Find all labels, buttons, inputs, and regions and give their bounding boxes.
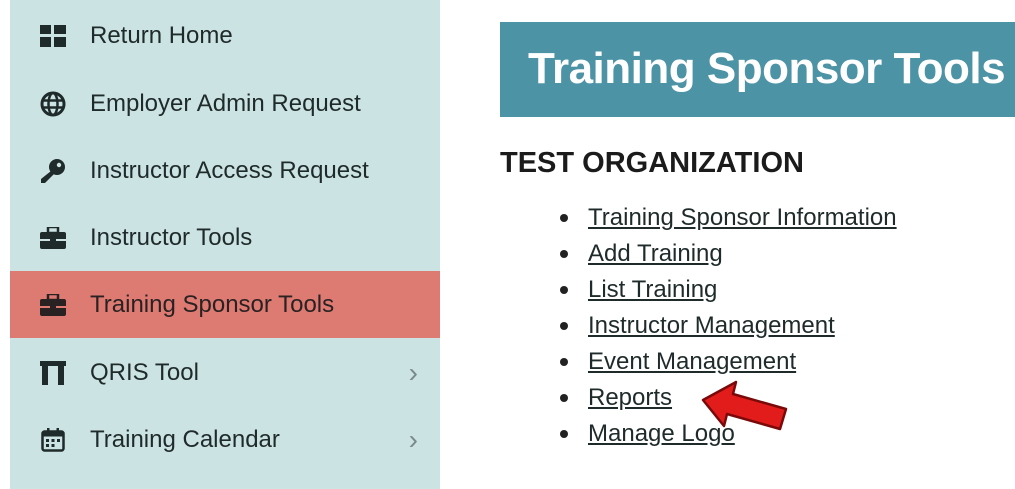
sidebar-item-label: Employer Admin Request: [90, 89, 361, 117]
globe-icon: [36, 87, 70, 121]
chevron-right-icon[interactable]: ›: [409, 357, 418, 389]
page-title: Training Sponsor Tools: [528, 44, 1006, 93]
bullet-icon: [560, 322, 568, 330]
sidebar-item-label: Training Sponsor Tools: [90, 290, 335, 318]
link-training-sponsor-information[interactable]: Training Sponsor Information: [588, 202, 897, 234]
sidebar-item-instructor-access-request[interactable]: Instructor Access Request: [10, 137, 440, 204]
sidebar-item-return-home[interactable]: Return Home: [10, 2, 440, 69]
sidebar-item-label: Instructor Tools: [90, 223, 253, 251]
sidebar-item-label: QRIS Tool: [90, 358, 199, 386]
sidebar-item-training-calendar[interactable]: Training Calendar ›: [10, 406, 440, 473]
sidebar-item-label: Return Home: [90, 21, 233, 49]
sidebar-item-label: Instructor Access Request: [90, 156, 369, 184]
chevron-right-icon[interactable]: ›: [409, 424, 418, 456]
bullet-icon: [560, 394, 568, 402]
red-arrow-annotation-icon: [701, 380, 788, 431]
toolbox-icon: [36, 288, 70, 322]
bullet-icon: [560, 250, 568, 258]
bullet-icon: [560, 214, 568, 222]
grid-icon: [36, 19, 70, 53]
bullet-icon: [560, 358, 568, 366]
sidebar-nav: Return Home Employer Admin Request Instr…: [10, 0, 440, 489]
bullet-icon: [560, 430, 568, 438]
link-reports[interactable]: Reports: [588, 382, 672, 414]
sidebar-item-instructor-tools[interactable]: Instructor Tools: [10, 204, 440, 271]
sidebar-item-employer-admin-request[interactable]: Employer Admin Request: [10, 70, 440, 137]
link-event-management[interactable]: Event Management: [588, 346, 796, 378]
organization-name: TEST ORGANIZATION: [500, 147, 804, 179]
sidebar-item-label: Training Calendar: [90, 425, 280, 453]
page-header: Training Sponsor Tools: [500, 22, 1015, 117]
arch-icon: [36, 356, 70, 390]
toolbox-icon: [36, 221, 70, 255]
sidebar-item-training-sponsor-tools[interactable]: Training Sponsor Tools: [10, 271, 440, 338]
link-add-training[interactable]: Add Training: [588, 238, 723, 270]
calendar-icon: [36, 423, 70, 457]
sidebar-item-qris-tool[interactable]: QRIS Tool ›: [10, 339, 440, 406]
bullet-icon: [560, 286, 568, 294]
key-icon: [36, 154, 70, 188]
link-list-training[interactable]: List Training: [588, 274, 717, 306]
link-instructor-management[interactable]: Instructor Management: [588, 310, 835, 342]
